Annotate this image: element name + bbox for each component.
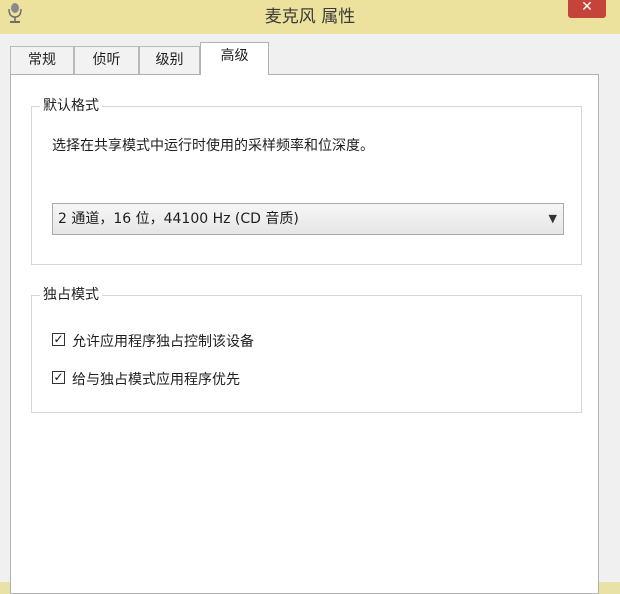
sample-format-dropdown[interactable]: 2 通道，16 位，44100 Hz (CD 音质) ▼ [52,203,564,235]
dialog-body: 常规 侦听 级别 高级 默认格式 选择在共享模式中运行时使用的采样频率和位深度。… [0,34,620,594]
default-format-label: 默认格式 [40,96,102,116]
allow-exclusive-label[interactable]: 允许应用程序独占控制该设备 [72,331,254,351]
close-button[interactable]: ✕ [568,0,606,18]
tab-general[interactable]: 常规 [10,46,74,74]
exclusive-priority-label[interactable]: 给与独占模式应用程序优先 [72,369,240,389]
default-format-group: 默认格式 选择在共享模式中运行时使用的采样频率和位深度。 2 通道，16 位，4… [31,96,582,265]
tab-listen[interactable]: 侦听 [74,46,139,74]
default-format-description: 选择在共享模式中运行时使用的采样频率和位深度。 [52,138,374,154]
tab-levels[interactable]: 级别 [139,46,200,74]
title-bar[interactable]: 麦克风 属性 ✕ [0,0,620,34]
allow-exclusive-checkbox[interactable]: ✓ [52,333,65,346]
tab-advanced[interactable]: 高级 [200,42,269,75]
exclusive-mode-group: 独占模式 ✓ 允许应用程序独占控制该设备 ✓ 给与独占模式应用程序优先 [31,285,582,413]
tab-panel-advanced: 默认格式 选择在共享模式中运行时使用的采样频率和位深度。 2 通道，16 位，4… [10,74,599,594]
chevron-down-icon[interactable]: ▼ [549,204,557,234]
exclusive-priority-checkbox[interactable]: ✓ [52,371,65,384]
window-title: 麦克风 属性 [264,7,356,27]
sample-format-value: 2 通道，16 位，44100 Hz (CD 音质) [58,211,299,227]
exclusive-mode-label: 独占模式 [40,285,102,305]
